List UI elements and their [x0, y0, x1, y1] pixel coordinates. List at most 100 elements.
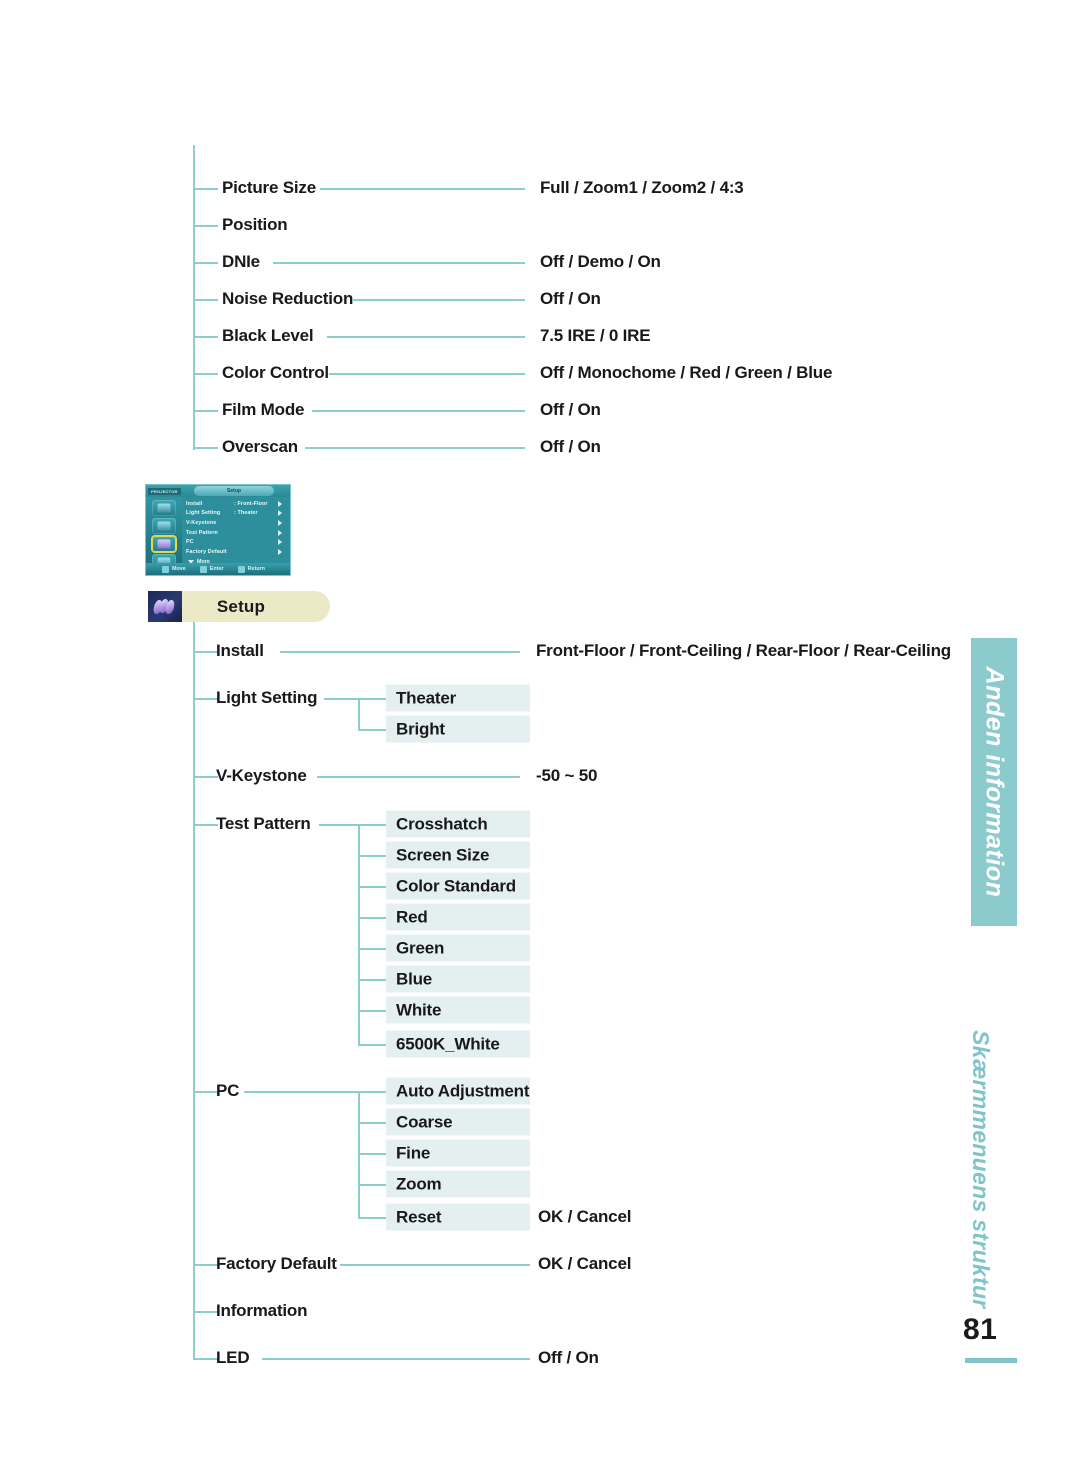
sub-item-chip: White [386, 996, 530, 1024]
osd-menu-item[interactable]: V-Keystone [186, 518, 286, 528]
row-value: Off / On [538, 1348, 599, 1367]
sub-item-chip: Bright [386, 715, 530, 743]
picture-tree-trunk [193, 145, 195, 450]
tree-stub [193, 225, 218, 227]
chevron-right-icon [278, 510, 282, 517]
row-value: -50 ~ 50 [536, 766, 598, 785]
row-value: Off / On [540, 437, 601, 456]
osd-menu-item[interactable]: PC [186, 537, 286, 547]
chapter-tab-label: Anden information [980, 666, 1009, 898]
osd-input-icon[interactable] [152, 500, 176, 516]
sub-item-chip: Red [386, 903, 530, 931]
setup-section-header: Setup [148, 591, 330, 622]
tree-leader [317, 776, 520, 778]
tree-leader [319, 824, 359, 826]
tree-stub [193, 824, 218, 826]
row-label: Overscan [222, 437, 298, 456]
tree-stub [358, 1122, 386, 1124]
tree-stub [358, 1044, 386, 1046]
tree-stub [358, 886, 386, 888]
row-value: Off / On [540, 400, 601, 419]
row-label: Information [216, 1301, 308, 1320]
tree-stub [193, 336, 218, 338]
tree-stub [358, 948, 386, 950]
tree-leader [305, 447, 525, 449]
section-side-label: Skærmmenuens struktur [968, 1030, 1004, 1309]
osd-menu-item[interactable]: Install : Front-Floor [186, 499, 286, 509]
row-label: Light Setting [216, 688, 318, 707]
row-value: OK / Cancel [538, 1254, 632, 1273]
sub-item-chip: Reset [386, 1203, 530, 1231]
sub-item-chip: Blue [386, 965, 530, 993]
osd-setup-icon[interactable] [152, 536, 176, 552]
osd-icon-column [146, 497, 182, 570]
osd-menu-item[interactable]: Light Setting : Theater [186, 509, 286, 519]
osd-footer-return: Return [237, 565, 265, 573]
tree-stub [193, 1264, 218, 1266]
sub-item-chip: Coarse [386, 1108, 530, 1136]
tree-leader [312, 410, 525, 412]
row-value: 7.5 IRE / 0 IRE [540, 326, 651, 345]
osd-picture-icon[interactable] [152, 518, 176, 534]
row-label: Test Pattern [216, 814, 311, 833]
chapter-tab: Anden information [971, 638, 1017, 926]
row-label: V-Keystone [216, 766, 307, 785]
osd-item-key: Factory Default [186, 548, 227, 555]
chevron-right-icon [278, 548, 282, 555]
osd-badge: PROJECTOR [148, 487, 181, 495]
row-label: Factory Default [216, 1254, 337, 1273]
tree-leader [327, 336, 525, 338]
tree-leader [280, 651, 520, 653]
osd-footer: Move Enter Return [146, 563, 290, 575]
tree-stub [358, 729, 386, 731]
chevron-right-icon [278, 539, 282, 546]
page-number: 81 [963, 1313, 998, 1346]
osd-item-key: PC [186, 539, 194, 546]
tree-stub [193, 651, 218, 653]
row-label: Position [222, 215, 288, 234]
tree-stub [193, 1311, 218, 1313]
row-value: Off / Monochome / Red / Green / Blue [540, 363, 833, 382]
tree-stub [193, 299, 218, 301]
sub-item-chip: Theater [386, 684, 530, 712]
tree-leader [262, 1358, 530, 1360]
page-number-rule [965, 1358, 1017, 1363]
osd-menu-list: Install : Front-Floor Light Setting : Th… [186, 499, 286, 567]
sub-item-chip: Auto Adjustment [386, 1077, 530, 1105]
manual-page: Picture Size Full / Zoom1 / Zoom2 / 4:3 … [0, 0, 1080, 1474]
row-label: Color Control [222, 363, 329, 382]
osd-item-key: Install [186, 500, 203, 507]
osd-footer-move: Move [162, 565, 186, 573]
tree-leader [273, 262, 525, 264]
setup-masks-icon [148, 591, 182, 622]
sub-item-chip: Zoom [386, 1170, 530, 1198]
chevron-right-icon [278, 529, 282, 536]
chevron-right-icon [278, 500, 282, 507]
tree-stub [193, 447, 218, 449]
dpad-icon [162, 565, 169, 573]
tree-stub [358, 1091, 386, 1093]
chevron-right-icon [278, 519, 282, 526]
osd-menu-item[interactable]: Factory Default [186, 547, 286, 557]
setup-tree-trunk [193, 622, 195, 1359]
row-value: Off / On [540, 289, 601, 308]
osd-item-value: : Theater [234, 510, 258, 517]
tree-stub [193, 776, 218, 778]
tree-stub [358, 855, 386, 857]
setup-section-pill: Setup [174, 591, 330, 622]
tree-stub [358, 1217, 386, 1219]
enter-icon [199, 565, 207, 573]
osd-menu-item[interactable]: Test Pattern [186, 528, 286, 538]
osd-item-key: Test Pattern [186, 529, 218, 536]
row-value: Off / Demo / On [540, 252, 661, 271]
row-label: Noise Reduction [222, 289, 354, 308]
tree-stub [193, 698, 218, 700]
row-value: Full / Zoom1 / Zoom2 / 4:3 [540, 178, 744, 197]
row-label: Picture Size [222, 178, 316, 197]
row-label: Black Level [222, 326, 314, 345]
tree-leader [340, 1264, 530, 1266]
row-label: Film Mode [222, 400, 305, 419]
sub-item-chip: Screen Size [386, 841, 530, 869]
tree-stub [358, 1184, 386, 1186]
sub-item-chip: Fine [386, 1139, 530, 1167]
